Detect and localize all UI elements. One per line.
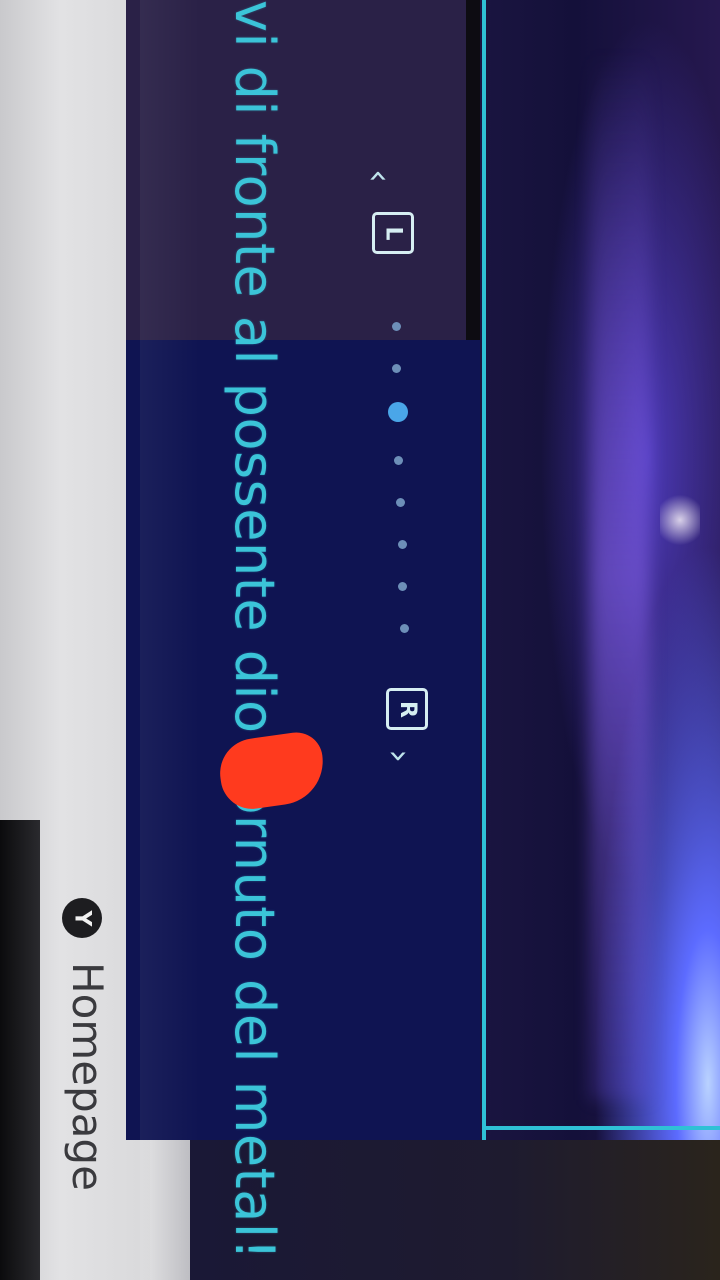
game-screen: vi di fronte al possente dio cornuto del… — [0, 0, 720, 1280]
preview-figure — [660, 490, 700, 550]
panel-glare — [140, 0, 200, 1280]
l-button-label: L — [380, 225, 406, 241]
homepage-label[interactable]: Homepage — [63, 962, 112, 1191]
page-dot — [400, 624, 409, 633]
r-button[interactable]: R — [386, 688, 428, 730]
chevron-down-icon[interactable]: › — [379, 749, 419, 763]
page-dot — [398, 540, 407, 549]
page-dot-active — [388, 402, 408, 422]
screen-edge — [0, 820, 40, 1280]
y-button-icon[interactable]: Y — [62, 898, 102, 938]
page-dot — [394, 456, 403, 465]
chevron-up-icon[interactable]: ‹ — [359, 169, 399, 183]
y-button-glyph: Y — [69, 910, 95, 926]
page-dot — [398, 582, 407, 591]
preview-frame — [450, 0, 486, 1140]
preview-frame-edge — [486, 1126, 720, 1130]
page-dot — [392, 322, 401, 331]
preview-light-beam — [590, 50, 650, 1100]
l-button[interactable]: L — [372, 212, 414, 254]
caption-text: vi di fronte al possente dio cornuto del… — [223, 0, 286, 1261]
page-dot — [392, 364, 401, 373]
r-button-label: R — [394, 700, 420, 718]
page-dot — [396, 498, 405, 507]
